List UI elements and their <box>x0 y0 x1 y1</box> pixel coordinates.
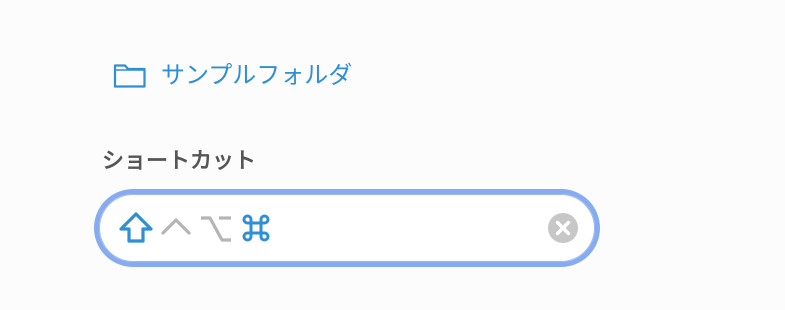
shift-icon <box>117 208 155 248</box>
clear-icon[interactable] <box>547 212 579 244</box>
option-icon <box>197 208 235 248</box>
control-icon <box>157 208 195 248</box>
command-icon <box>237 208 275 248</box>
shortcut-recorder-field[interactable] <box>94 189 600 267</box>
modifier-keys <box>117 194 275 262</box>
folder-icon <box>113 61 147 89</box>
folder-label: サンプルフォルダ <box>161 61 353 89</box>
folder-link[interactable]: サンプルフォルダ <box>113 58 352 92</box>
shortcut-section-label: ショートカット <box>102 149 257 174</box>
